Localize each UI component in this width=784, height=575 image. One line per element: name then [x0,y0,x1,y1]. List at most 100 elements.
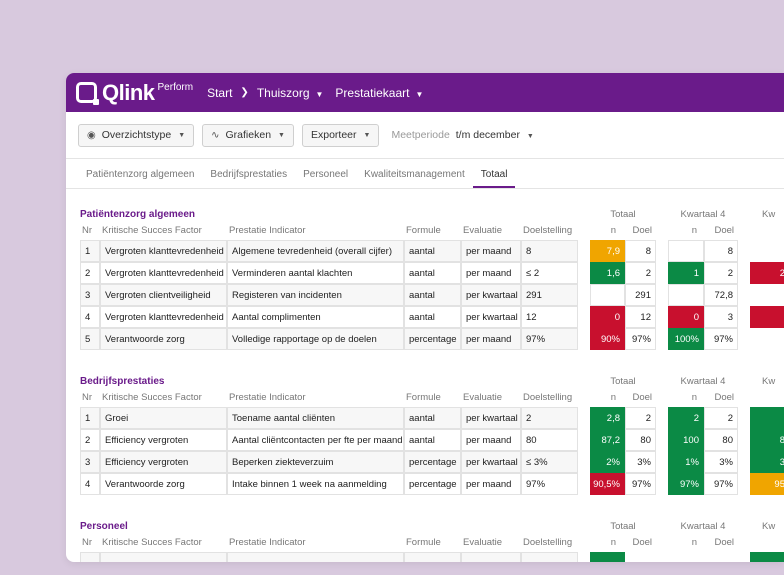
chevron-down-icon: ▼ [526,133,534,140]
grafieken-dropdown[interactable]: ∿ Grafieken ▼ [202,123,294,147]
cell-evaluatie: per maand [461,328,521,350]
cell-ksf: Vergroten klanttevredenheid [100,262,227,284]
column-header-ksf: Kritische Succes Factor [102,392,202,403]
logo-subtext: Perform [157,82,194,93]
eye-icon: ◉ [87,129,96,141]
cell-evaluatie: per kwartaal [461,451,521,473]
cell-nr: 1 [80,240,100,262]
group-header-next: Kw [762,209,776,220]
breadcrumb-prestatiekaart-label: Prestatiekaart [335,85,410,100]
kpi-next-period-n: 3 [750,451,784,473]
column-header-n: n [610,225,616,236]
kpi-kwartaal-n: 100 [668,429,704,451]
cell-formule [404,552,461,562]
table-row[interactable]: 1 Groei Toename aantal cliënten aantal per k… [80,407,784,429]
cell-ksf: Vergroten klanttevredenheid [100,306,227,328]
kpi-kwartaal-n: 97% [668,473,704,495]
overzichtstype-dropdown[interactable]: ◉ Overzichtstype ▼ [78,123,195,147]
cell-ksf: Vergroten clientveiligheid [100,284,227,306]
cell-pi: Aantal cliëntcontacten per fte per maand [227,429,404,451]
kpi-kwartaal-doel: 80 [704,429,738,451]
kpi-kwartaal-doel: 97% [704,473,738,495]
cell-evaluatie [461,552,521,562]
kpi-totaal-n: 90% [590,328,625,350]
kpi-kwartaal-n: 1 [668,262,704,284]
kpi-kwartaal-doel: 3% [704,451,738,473]
cell-evaluatie: per maand [461,262,521,284]
column-header-formule: Formule [406,225,441,236]
cell-formule: percentage [404,451,461,473]
cell-pi: Registeren van incidenten [227,284,404,306]
table-row[interactable]: 4 Verantwoorde zorg Intake binnen 1 week n… [80,473,784,495]
column-header-pi: Prestatie Indicator [229,392,306,403]
cell-nr: 3 [80,451,100,473]
cell-ksf [100,552,227,562]
cell-nr: 4 [80,306,100,328]
cell-ksf: Groei [100,407,227,429]
kpi-kwartaal-doel: 2 [704,262,738,284]
table-row[interactable]: 2 Vergroten klanttevredenheid Verminderen … [80,262,784,284]
cell-formule: percentage [404,328,461,350]
kpi-kwartaal-doel: 97% [704,328,738,350]
top-navigation-bar: Qlink Perform Start ❯ Thuiszorg ▼ Prestat… [66,73,784,112]
column-header-pi: Prestatie Indicator [229,537,306,548]
column-header-n: n [691,392,697,403]
table-row[interactable] [80,552,784,562]
table-row[interactable]: 4 Vergroten klanttevredenheid Aantal compl… [80,306,784,328]
breadcrumb-start[interactable]: Start [207,86,232,100]
cell-ksf: Efficiency vergroten [100,451,227,473]
chevron-down-icon: ▼ [315,89,324,99]
table-row[interactable]: 3 Efficiency vergroten Beperken ziekteverz… [80,451,784,473]
meetperiode-selector[interactable]: Meetperiode t/m december ▼ [391,129,533,141]
chevron-down-icon: ▼ [415,89,424,99]
cell-evaluatie: per kwartaal [461,284,521,306]
cell-nr: 5 [80,328,100,350]
cell-ksf: Vergroten klanttevredenheid [100,240,227,262]
kpi-totaal-doel: 97% [625,328,656,350]
chevron-down-icon: ▼ [363,131,371,139]
cell-evaluatie: per kwartaal [461,407,521,429]
kpi-totaal-doel: 97% [625,473,656,495]
breadcrumb-prestatiekaart[interactable]: Prestatiekaart ▼ [335,86,423,100]
cell-doel: 97% [521,473,578,495]
cell-pi: Toename aantal cliënten [227,407,404,429]
kpi-totaal-doel: 2 [625,407,656,429]
tab-bar: Patiëntenzorg algemeen Bedrijfsprestatie… [66,159,784,189]
column-header-pi: Prestatie Indicator [229,225,306,236]
column-header-doel: Doelstelling [523,392,573,403]
table-row[interactable]: 5 Verantwoorde zorg Volledige rapportage o… [80,328,784,350]
column-header-evaluatie: Evaluatie [463,392,503,403]
table-row[interactable]: 1 Vergroten klanttevredenheid Algemene tev… [80,240,784,262]
column-header-nr: Nr [82,225,93,236]
kpi-kwartaal-n: 1% [668,451,704,473]
kpi-kwartaal-doel: 3 [704,306,738,328]
table-row[interactable]: 2 Efficiency vergroten Aantal cliëntcontac… [80,429,784,451]
toolbar: ◉ Overzichtstype ▼ ∿ Grafieken ▼ Exporte… [66,112,784,159]
kpi-next-period-n [750,306,784,328]
tab-patientenzorg[interactable]: Patiëntenzorg algemeen [86,169,194,188]
column-header-doel: Doelstelling [523,537,573,548]
kpi-totaal-n: 90,5% [590,473,625,495]
section-title: Bedrijfsprestaties [80,376,165,387]
kpi-kwartaal-doel: 2 [704,407,738,429]
grafieken-label: Grafieken [225,129,272,141]
qlink-logo[interactable]: Qlink Perform [76,80,193,106]
tab-kwaliteitsmanagement[interactable]: Kwaliteitsmanagement [364,169,465,188]
cell-nr [80,552,100,562]
kpi-totaal-n: 2,8 [590,407,625,429]
breadcrumb-thuiszorg[interactable]: Thuiszorg ▼ [257,86,324,100]
cell-nr: 4 [80,473,100,495]
cell-pi: Verminderen aantal klachten [227,262,404,284]
table-row[interactable]: 3 Vergroten clientveiligheid Registeren va… [80,284,784,306]
tab-bedrijfsprestaties[interactable]: Bedrijfsprestaties [210,169,287,188]
tab-personeel[interactable]: Personeel [303,169,348,188]
tab-totaal[interactable]: Totaal [472,169,516,188]
section-title: Personeel [80,521,128,532]
chevron-down-icon: ▼ [278,131,285,139]
cell-doel: 291 [521,284,578,306]
cell-pi: Beperken ziekteverzuim [227,451,404,473]
exporteer-dropdown[interactable]: Exporteer ▼ [301,123,380,147]
cell-evaluatie: per maand [461,429,521,451]
column-header-doel: Doelstelling [523,225,573,236]
group-header-totaal: Totaal [610,521,636,532]
